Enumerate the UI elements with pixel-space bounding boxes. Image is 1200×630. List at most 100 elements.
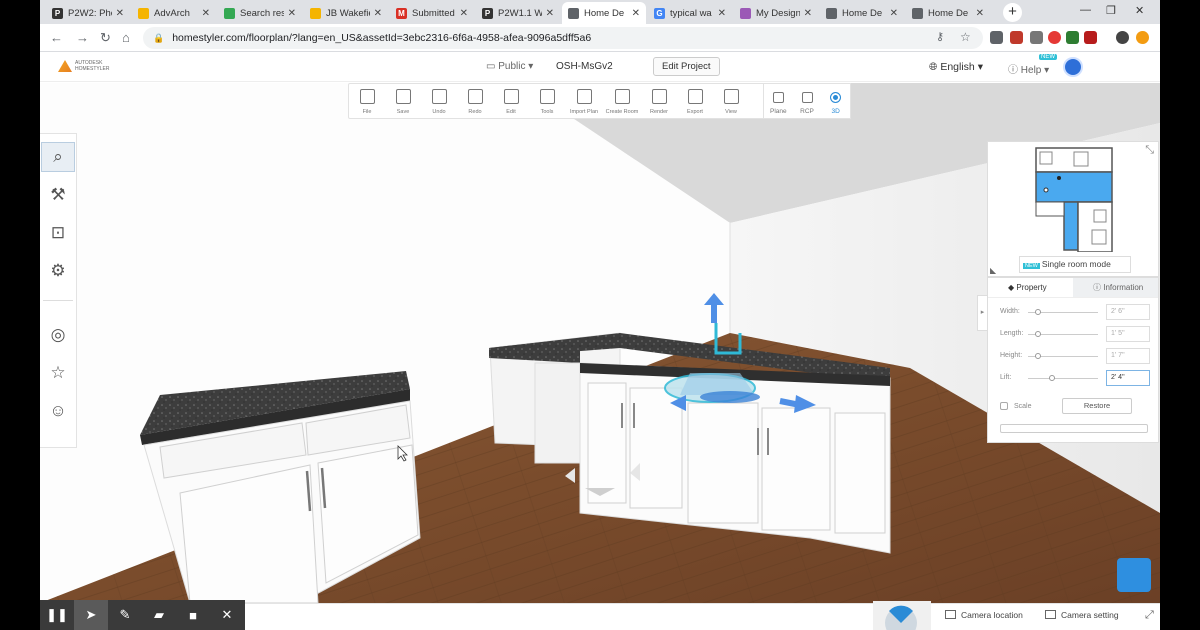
- sidebar-item-paint-roller[interactable]: ⚙: [41, 256, 75, 286]
- tab-close-icon[interactable]: ✕: [374, 8, 382, 19]
- browser-tab[interactable]: Gtypical wa ✕: [648, 2, 732, 24]
- tool-redo-button[interactable]: Redo: [457, 84, 493, 118]
- browser-tab[interactable]: AdvArch ✕: [132, 2, 216, 24]
- tab-close-icon[interactable]: ✕: [460, 8, 468, 19]
- home-icon[interactable]: ⌂: [122, 30, 130, 45]
- new-tab-button[interactable]: +: [1003, 3, 1022, 22]
- tab-close-icon[interactable]: ✕: [546, 8, 554, 19]
- slider-handle[interactable]: [1035, 331, 1041, 337]
- tab-close-icon[interactable]: ✕: [632, 8, 640, 19]
- recorder-pause-button[interactable]: ❚❚: [40, 600, 74, 630]
- camera-location-button[interactable]: Camera location: [945, 610, 1023, 620]
- browser-tab[interactable]: P P2W2: Pho ✕: [46, 2, 130, 24]
- browser-tab[interactable]: Search res ✕: [218, 2, 302, 24]
- fullscreen-icon[interactable]: ⤢: [1145, 609, 1154, 622]
- single-room-mode-button[interactable]: NEW Single room mode: [1019, 256, 1131, 273]
- tool-file-button[interactable]: File: [349, 84, 385, 118]
- forward-icon[interactable]: →: [76, 30, 89, 45]
- help-button[interactable]: ⓘ Help ▾: [1008, 61, 1049, 76]
- tab-close-icon[interactable]: ✕: [288, 8, 296, 19]
- browser-tab[interactable]: Home De ✕: [906, 2, 990, 24]
- pdf-extension-icon[interactable]: [1010, 31, 1023, 44]
- edit-project-button[interactable]: Edit Project: [653, 57, 720, 76]
- menu-icon[interactable]: [1136, 31, 1149, 44]
- extension-icon[interactable]: [990, 31, 1003, 44]
- window-close-icon[interactable]: ✕: [1135, 4, 1144, 17]
- recorder-close-button[interactable]: ✕: [210, 600, 244, 630]
- tab-close-icon[interactable]: ✕: [116, 8, 124, 19]
- tab-close-icon[interactable]: ✕: [976, 8, 984, 19]
- sidebar-item-compass[interactable]: ◎: [41, 320, 75, 350]
- extension-icon[interactable]: [1084, 31, 1097, 44]
- property-value-field[interactable]: 1' 7": [1106, 348, 1150, 364]
- collapse-panel-handle[interactable]: ▸: [977, 295, 987, 331]
- scale-checkbox[interactable]: [1000, 402, 1008, 410]
- view-rcp-button[interactable]: RCP: [793, 84, 822, 118]
- browser-tab[interactable]: P P2W1.1 W ✕: [476, 2, 560, 24]
- property-value-field[interactable]: 1' 5": [1106, 326, 1150, 342]
- avatar[interactable]: [1063, 57, 1083, 77]
- tool-view-button[interactable]: View: [713, 84, 749, 118]
- record-extension-icon[interactable]: [1048, 31, 1061, 44]
- tool-edit-button[interactable]: Edit: [493, 84, 529, 118]
- visibility-dropdown[interactable]: ▭ Public ▾: [486, 61, 533, 72]
- sidebar-item-sofa[interactable]: ⊡: [41, 218, 75, 248]
- tab-close-icon[interactable]: ✕: [718, 8, 726, 19]
- 3d-viewport[interactable]: File Save Undo Redo Edit Tools Import Plan Crea…: [40, 83, 1160, 603]
- reload-icon[interactable]: ↻: [100, 30, 111, 46]
- view-compass[interactable]: [873, 601, 931, 630]
- property-slider[interactable]: [1028, 309, 1098, 315]
- back-icon[interactable]: ←: [50, 30, 63, 45]
- catalog-floating-button[interactable]: [1117, 558, 1151, 592]
- browser-tab[interactable]: My Design ✕: [734, 2, 818, 24]
- sidebar-item-shovel[interactable]: ⚒: [41, 180, 75, 210]
- property-slider[interactable]: [1028, 375, 1098, 381]
- recorder-cursor-button[interactable]: ➤: [74, 600, 108, 630]
- tool-tools-button[interactable]: Tools: [529, 84, 565, 118]
- browser-tab[interactable]: Home De ✕: [820, 2, 904, 24]
- profile-icon[interactable]: [1116, 31, 1129, 44]
- camera-setting-button[interactable]: Camera setting: [1045, 610, 1119, 620]
- tab-close-icon[interactable]: ✕: [804, 8, 812, 19]
- slider-handle[interactable]: [1049, 375, 1055, 381]
- tool-import-plan-button[interactable]: Import Plan: [565, 84, 603, 118]
- maximize-icon[interactable]: ❐: [1106, 4, 1116, 17]
- project-name[interactable]: OSH-MsGv2: [556, 61, 613, 72]
- tool-export-button[interactable]: Export: [677, 84, 713, 118]
- tab-information[interactable]: ⓘ Information: [1073, 278, 1158, 297]
- corner-resize-icon[interactable]: ◣: [990, 266, 996, 275]
- recorder-highlighter-button[interactable]: ▰: [142, 600, 176, 630]
- tab-close-icon[interactable]: ✕: [890, 8, 898, 19]
- sidebar-item-star-box[interactable]: ☆: [41, 358, 75, 388]
- extension-icon[interactable]: [1030, 31, 1043, 44]
- property-slider[interactable]: [1028, 331, 1098, 337]
- recorder-pen-button[interactable]: ✎: [108, 600, 142, 630]
- property-value-field[interactable]: 2' 6": [1106, 304, 1150, 320]
- sidebar-item-search[interactable]: ⌕: [41, 142, 75, 172]
- extension-icon[interactable]: [1066, 31, 1079, 44]
- tab-property[interactable]: ◆ Property: [988, 278, 1073, 297]
- tool-undo-button[interactable]: Undo: [421, 84, 457, 118]
- view-plane-button[interactable]: Plane: [764, 84, 793, 118]
- tab-close-icon[interactable]: ✕: [202, 8, 210, 19]
- sidebar-item-user-circle[interactable]: ☺: [41, 396, 75, 426]
- floorplan-minimap[interactable]: [1034, 146, 1114, 252]
- restore-button[interactable]: Restore: [1062, 398, 1132, 414]
- slider-handle[interactable]: [1035, 309, 1041, 315]
- collapse-minimap-icon[interactable]: ⤡: [1145, 144, 1154, 157]
- slider-handle[interactable]: [1035, 353, 1041, 359]
- bookmark-star-icon[interactable]: ☆: [960, 30, 971, 44]
- tool-render-button[interactable]: Render: [641, 84, 677, 118]
- property-slider[interactable]: [1028, 353, 1098, 359]
- browser-tab[interactable]: Home De ✕: [562, 2, 646, 24]
- key-icon[interactable]: ⚷: [936, 30, 944, 43]
- tool-create-room-button[interactable]: Create Room: [603, 84, 641, 118]
- browser-tab[interactable]: M Submitted ✕: [390, 2, 474, 24]
- tool-save-button[interactable]: Save: [385, 84, 421, 118]
- view-3d-button[interactable]: 3D: [821, 84, 850, 118]
- minimize-icon[interactable]: —: [1080, 4, 1091, 16]
- property-value-field[interactable]: 2' 4": [1106, 370, 1150, 386]
- browser-tab[interactable]: JB Wakefie ✕: [304, 2, 388, 24]
- recorder-camera-button[interactable]: ■: [176, 600, 210, 630]
- language-selector[interactable]: 🌐︎ English ▾: [929, 61, 983, 74]
